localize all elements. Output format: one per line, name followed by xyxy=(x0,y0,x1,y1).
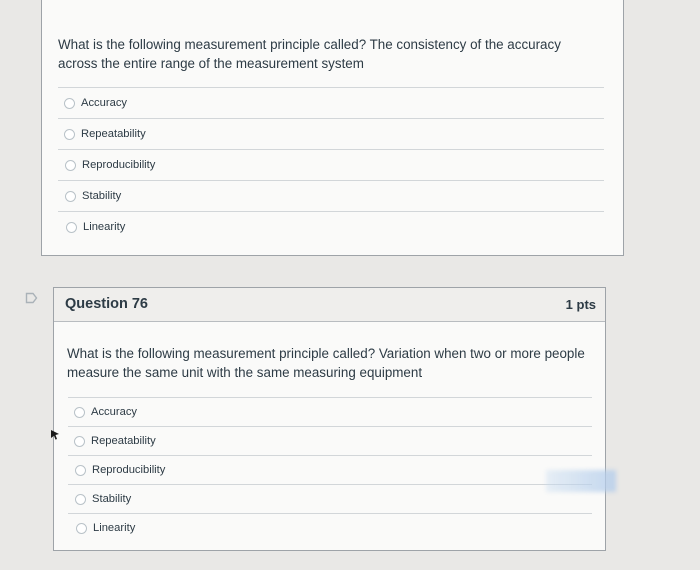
answer-option[interactable]: Repeatability xyxy=(58,118,604,149)
answer-label: Reproducibility xyxy=(92,464,166,476)
answer-option[interactable]: Reproducibility xyxy=(68,455,592,484)
answer-option[interactable]: Stability xyxy=(68,484,592,513)
answer-option[interactable]: Linearity xyxy=(68,513,592,542)
radio-button-icon[interactable] xyxy=(75,493,86,505)
question-title: Question 76 xyxy=(65,296,148,312)
question-text: What is the following measurement princi… xyxy=(58,37,561,71)
question-points: 1 pts xyxy=(565,297,596,312)
answer-option[interactable]: Repeatability xyxy=(68,426,592,455)
answer-label: Repeatability xyxy=(81,128,146,140)
answer-label: Reproducibility xyxy=(82,159,156,171)
question-card-76: Question 76 1 pts What is the following … xyxy=(53,287,606,551)
radio-button-icon[interactable] xyxy=(64,97,75,109)
answer-label: Accuracy xyxy=(81,97,128,109)
radio-button-icon[interactable] xyxy=(74,435,85,447)
question-card-previous: What is the following measurement princi… xyxy=(41,0,624,256)
flag-question-icon[interactable] xyxy=(25,292,38,304)
answer-label: Repeatability xyxy=(91,435,156,447)
answer-option[interactable]: Accuracy xyxy=(68,397,592,426)
answer-label: Linearity xyxy=(83,221,126,233)
answer-list: Accuracy Repeatability Reproducibility S… xyxy=(68,397,592,542)
answer-option[interactable]: Accuracy xyxy=(58,87,604,118)
answer-option[interactable]: Linearity xyxy=(58,211,604,242)
answer-list: Accuracy Repeatability Reproducibility S… xyxy=(58,87,604,242)
answer-label: Stability xyxy=(92,493,132,505)
question-header: Question 76 1 pts xyxy=(54,288,605,322)
radio-button-icon[interactable] xyxy=(76,522,87,534)
answer-label: Stability xyxy=(82,190,122,202)
radio-button-icon[interactable] xyxy=(65,159,76,171)
radio-button-icon[interactable] xyxy=(66,221,77,233)
question-text: What is the following measurement princi… xyxy=(67,346,585,380)
answer-option[interactable]: Stability xyxy=(58,180,604,211)
screen-glare xyxy=(546,470,616,492)
radio-button-icon[interactable] xyxy=(65,190,76,202)
mouse-pointer-icon xyxy=(51,430,59,440)
answer-label: Linearity xyxy=(93,522,136,534)
radio-button-icon[interactable] xyxy=(74,406,85,418)
answer-option[interactable]: Reproducibility xyxy=(58,149,604,180)
radio-button-icon[interactable] xyxy=(75,464,86,476)
radio-button-icon[interactable] xyxy=(64,128,75,140)
answer-label: Accuracy xyxy=(91,406,138,418)
